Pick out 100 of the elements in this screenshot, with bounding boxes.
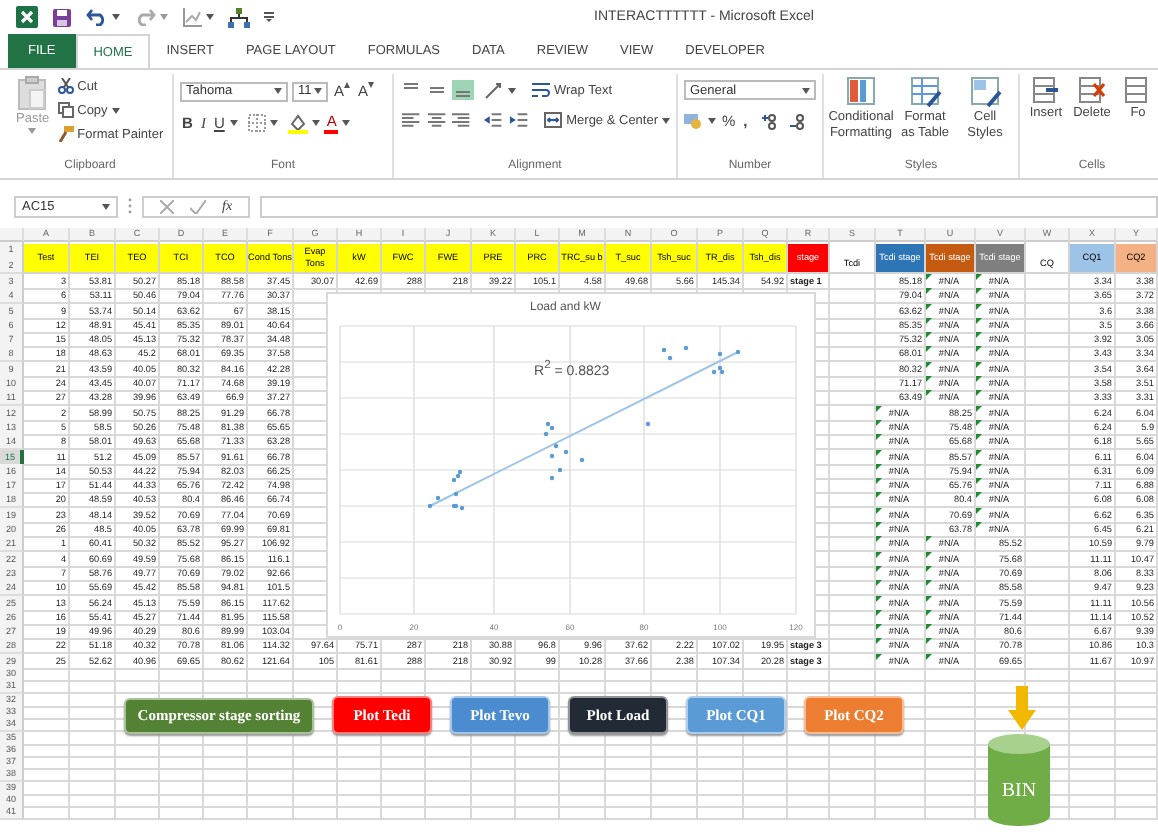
error-indicator-icon[interactable] [876, 638, 882, 645]
error-indicator-icon[interactable] [876, 507, 882, 514]
increase-indent-icon[interactable] [507, 110, 529, 130]
align-right-icon[interactable] [450, 110, 472, 130]
caret-icon[interactable] [662, 117, 671, 123]
error-indicator-icon[interactable] [976, 405, 982, 412]
scissors-icon[interactable] [57, 78, 74, 94]
error-indicator-icon[interactable] [876, 609, 882, 616]
error-indicator-icon[interactable] [926, 609, 932, 616]
undo-icon[interactable] [86, 8, 108, 26]
error-indicator-icon[interactable] [876, 492, 882, 499]
error-indicator-icon[interactable] [926, 317, 932, 324]
align-center-icon[interactable] [425, 110, 447, 130]
error-indicator-icon[interactable] [976, 376, 982, 383]
error-indicator-icon[interactable] [876, 434, 882, 441]
error-indicator-icon[interactable] [926, 346, 932, 353]
error-indicator-icon[interactable] [976, 463, 982, 470]
error-indicator-icon[interactable] [876, 449, 882, 456]
error-indicator-icon[interactable] [876, 478, 882, 485]
vertical-align-button[interactable] [452, 80, 474, 100]
merge-cells-icon[interactable] [544, 112, 563, 128]
error-indicator-icon[interactable] [876, 463, 882, 470]
conditional-formatting-icon[interactable] [845, 76, 877, 108]
paintbrush-icon[interactable] [57, 126, 74, 142]
caret-icon[interactable] [230, 120, 239, 126]
copy-icon[interactable] [57, 102, 74, 118]
error-indicator-icon[interactable] [926, 361, 932, 368]
drag-handle-icon[interactable] [128, 198, 132, 214]
cancel-icon[interactable] [160, 199, 174, 213]
caret-icon[interactable] [342, 120, 351, 126]
error-indicator-icon[interactable] [926, 580, 932, 587]
decrease-decimal-icon[interactable] [787, 112, 806, 130]
save-icon[interactable] [52, 7, 72, 27]
decrease-indent-icon[interactable] [481, 110, 503, 130]
error-indicator-icon[interactable] [976, 303, 982, 310]
align-left-icon[interactable] [400, 110, 422, 130]
error-indicator-icon[interactable] [976, 478, 982, 485]
error-indicator-icon[interactable] [876, 522, 882, 529]
down-arrow-icon [1008, 686, 1036, 730]
error-indicator-icon[interactable] [926, 536, 932, 543]
error-indicator-icon[interactable] [876, 405, 882, 412]
error-indicator-icon[interactable] [976, 507, 982, 514]
error-indicator-icon[interactable] [976, 332, 982, 339]
error-indicator-icon[interactable] [976, 346, 982, 353]
formula-input[interactable] [260, 195, 1158, 217]
caret-icon[interactable] [270, 120, 279, 126]
enter-icon[interactable] [190, 199, 206, 213]
error-indicator-icon[interactable] [976, 449, 982, 456]
down-triangle-icon[interactable] [368, 82, 375, 88]
error-indicator-icon[interactable] [926, 303, 932, 310]
error-indicator-icon[interactable] [976, 419, 982, 426]
caret-icon[interactable] [112, 14, 120, 20]
error-indicator-icon[interactable] [926, 288, 932, 295]
format-cells-icon[interactable] [1124, 76, 1152, 104]
caret-icon[interactable] [802, 87, 810, 93]
error-indicator-icon[interactable] [926, 332, 932, 339]
caret-icon[interactable] [508, 87, 516, 93]
caret-icon[interactable] [206, 14, 214, 20]
error-indicator-icon[interactable] [976, 390, 982, 397]
error-indicator-icon[interactable] [976, 522, 982, 529]
error-indicator-icon[interactable] [976, 317, 982, 324]
hierarchy-icon[interactable] [228, 7, 250, 27]
redo-icon[interactable] [134, 8, 156, 26]
error-indicator-icon[interactable] [926, 624, 932, 631]
error-indicator-icon[interactable] [976, 434, 982, 441]
fill-color-icon[interactable] [288, 113, 309, 133]
up-triangle-icon[interactable] [344, 82, 351, 88]
increase-decimal-icon[interactable] [759, 112, 778, 130]
error-indicator-icon[interactable] [876, 551, 882, 558]
error-indicator-icon[interactable] [876, 536, 882, 543]
cell-styles-icon[interactable] [969, 76, 1001, 108]
error-indicator-icon[interactable] [926, 595, 932, 602]
error-indicator-icon[interactable] [976, 492, 982, 499]
customize-toolbar-icon[interactable] [264, 12, 274, 22]
error-indicator-icon[interactable] [876, 624, 882, 631]
caret-icon[interactable] [111, 107, 120, 113]
delete-cells-icon[interactable] [1078, 76, 1106, 104]
caret-icon[interactable] [312, 120, 321, 126]
error-indicator-icon[interactable] [976, 288, 982, 295]
excel-logo-icon [16, 6, 38, 28]
error-indicator-icon[interactable] [876, 595, 882, 602]
caret-icon[interactable] [314, 88, 323, 94]
error-indicator-icon[interactable] [926, 390, 932, 397]
error-indicator-icon[interactable] [876, 419, 882, 426]
orientation-icon[interactable] [484, 81, 504, 99]
wrap-text-icon[interactable] [532, 82, 550, 98]
error-indicator-icon[interactable] [876, 653, 882, 660]
error-indicator-icon[interactable] [926, 376, 932, 383]
caret-icon[interactable] [274, 88, 283, 94]
error-indicator-icon[interactable] [876, 565, 882, 572]
error-indicator-icon[interactable] [876, 580, 882, 587]
insert-cells-icon[interactable] [1032, 76, 1060, 104]
error-indicator-icon[interactable] [926, 565, 932, 572]
table-icon[interactable] [909, 76, 941, 108]
caret-icon[interactable] [102, 203, 110, 209]
error-indicator-icon[interactable] [926, 638, 932, 645]
caret-icon[interactable] [708, 118, 716, 124]
error-indicator-icon[interactable] [926, 653, 932, 660]
error-indicator-icon[interactable] [926, 551, 932, 558]
error-indicator-icon[interactable] [976, 361, 982, 368]
